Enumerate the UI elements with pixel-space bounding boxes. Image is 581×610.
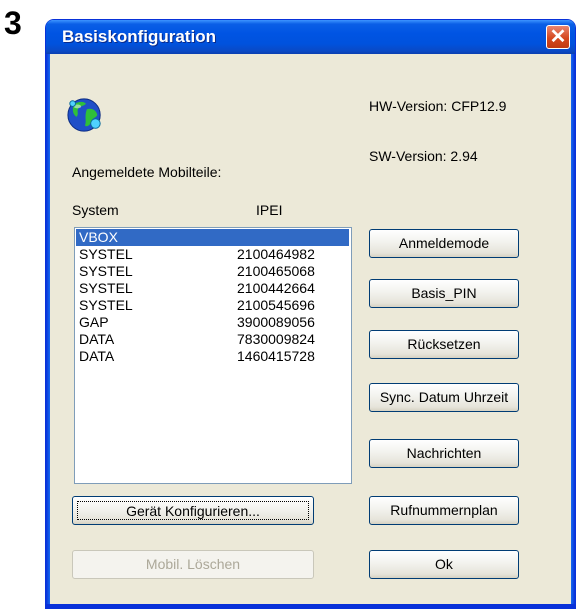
- configure-device-label: Gerät Konfigurieren...: [77, 501, 309, 520]
- list-item-ipei: 1460415728: [237, 348, 315, 364]
- list-item[interactable]: DATA 7830009824: [75, 331, 351, 348]
- list-item-ipei: 2100545696: [237, 297, 315, 313]
- list-item-selected[interactable]: VBOX: [76, 229, 349, 246]
- close-icon: ✕: [549, 26, 567, 48]
- base-pin-button[interactable]: Basis_PIN: [369, 279, 519, 308]
- title-bar[interactable]: Basiskonfiguration ✕: [46, 20, 575, 54]
- globe-icon: [67, 98, 101, 132]
- ok-button[interactable]: Ok: [369, 550, 519, 579]
- column-header-system: System: [72, 202, 119, 218]
- list-item[interactable]: SYSTEL 2100545696: [75, 297, 351, 314]
- reset-button[interactable]: Rücksetzen: [369, 330, 519, 359]
- list-item[interactable]: SYSTEL 2100464982: [75, 246, 351, 263]
- column-header-ipei: IPEI: [256, 202, 283, 218]
- dial-plan-button[interactable]: Rufnummernplan: [369, 496, 519, 525]
- list-item-system: GAP: [79, 314, 109, 330]
- registered-handsets-label: Angemeldete Mobilteile:: [72, 164, 222, 180]
- close-button[interactable]: ✕: [546, 25, 570, 49]
- list-item-system: SYSTEL: [79, 297, 133, 313]
- list-item-system: SYSTEL: [79, 246, 133, 262]
- list-item-ipei: 2100465068: [237, 263, 315, 279]
- list-item[interactable]: DATA 1460415728: [75, 348, 351, 365]
- list-item[interactable]: SYSTEL 2100465068: [75, 263, 351, 280]
- window-title: Basiskonfiguration: [62, 27, 216, 46]
- window-frame-left: [46, 54, 50, 608]
- list-item-system: SYSTEL: [79, 280, 133, 296]
- list-item-ipei: 3900089056: [237, 314, 315, 330]
- list-item-ipei: 2100442664: [237, 280, 315, 296]
- configure-device-button[interactable]: Gerät Konfigurieren...: [72, 496, 314, 525]
- window-frame-right: [571, 54, 575, 608]
- list-item-system: VBOX: [79, 229, 118, 245]
- list-item-system: DATA: [79, 331, 115, 347]
- list-item[interactable]: SYSTEL 2100442664: [75, 280, 351, 297]
- step-number: 3: [4, 5, 22, 41]
- sync-datetime-button[interactable]: Sync. Datum Uhrzeit: [369, 383, 519, 412]
- dialog-window: Basiskonfiguration ✕ HW-Version: CFP12.9…: [46, 20, 575, 608]
- list-item-ipei: 7830009824: [237, 331, 315, 347]
- hw-version: HW-Version: CFP12.9: [369, 98, 507, 114]
- list-item-system: DATA: [79, 348, 115, 364]
- handset-list[interactable]: VBOX SYSTEL 2100464982 SYSTEL 2100465068…: [74, 227, 352, 484]
- list-item-ipei: 2100464982: [237, 246, 315, 262]
- register-mode-button[interactable]: Anmeldemode: [369, 229, 519, 258]
- window-frame-bottom: [46, 604, 575, 608]
- list-item-system: SYSTEL: [79, 263, 133, 279]
- messages-button[interactable]: Nachrichten: [369, 439, 519, 468]
- delete-handset-button[interactable]: Mobil. Löschen: [72, 550, 314, 579]
- list-item[interactable]: GAP 3900089056: [75, 314, 351, 331]
- sw-version: SW-Version: 2.94: [369, 148, 478, 164]
